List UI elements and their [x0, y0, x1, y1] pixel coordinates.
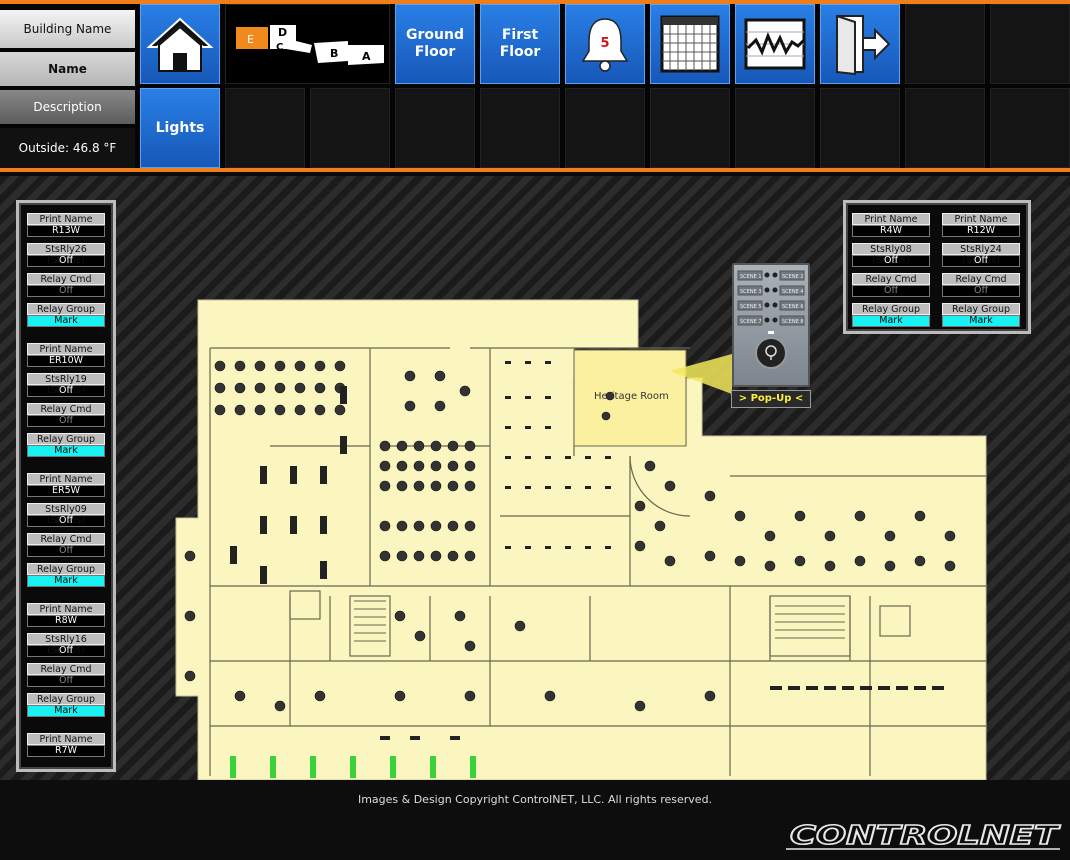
empty-tile — [310, 88, 390, 168]
trends-button[interactable] — [735, 4, 815, 84]
relay-status: StsRly09 (Status)Off — [27, 503, 105, 529]
home-button[interactable] — [140, 4, 220, 84]
relay-group[interactable]: Relay Group Mark — [27, 693, 105, 719]
relay-status: StsRly08 (Status)Off — [852, 243, 930, 269]
building-e-label: E — [247, 33, 254, 46]
relay-group[interactable]: Relay Group Mark — [27, 563, 105, 589]
relay-group[interactable]: Relay Group Mark — [27, 433, 105, 459]
relay-print-name: Print Name R13W — [27, 213, 105, 239]
first-floor-button[interactable]: First Floor — [480, 4, 560, 84]
relay-print-name: Print Name R4W — [852, 213, 930, 239]
keypad-graphic: SCENE 1 SCENE 2 SCENE 3 SCENE 4 SCENE 5 … — [737, 270, 805, 369]
logo-text: CONTROLNET — [790, 822, 1061, 851]
lights-button[interactable]: Lights — [140, 88, 220, 168]
scene-4-label: SCENE 4 — [782, 289, 804, 295]
empty-tile — [905, 88, 985, 168]
building-map-icon: E D C B A — [236, 25, 384, 65]
relay-group[interactable]: Relay Group Mark — [942, 303, 1020, 329]
empty-tile — [990, 4, 1070, 84]
relay-print-name: Print Name R7W — [27, 733, 105, 759]
building-a-label: A — [362, 50, 371, 63]
exit-icon — [836, 14, 891, 76]
copyright-text: Images & Design Copyright ControlNET, LL… — [357, 793, 713, 806]
relay-command[interactable]: Relay Cmd Off — [27, 403, 105, 429]
schedule-button[interactable] — [650, 4, 730, 84]
exit-button[interactable] — [820, 4, 900, 84]
relay-command[interactable]: Relay Cmd Off — [27, 273, 105, 299]
empty-tile — [565, 88, 645, 168]
relay-group[interactable]: Relay Group Mark — [852, 303, 930, 329]
empty-tile — [225, 88, 305, 168]
right-relay-panel: Print NameR4W StsRly08 (Status)Off Relay… — [843, 200, 1031, 334]
description-field: Description — [0, 90, 135, 124]
relay-command[interactable]: Relay Cmd Off — [852, 273, 930, 299]
scene-7-label: SCENE 7 — [740, 319, 762, 325]
relay-print-name: Print Name ER10W — [27, 343, 105, 369]
heritage-room-label: Heritage Room — [594, 391, 669, 402]
empty-tile — [905, 4, 985, 84]
relay-group[interactable]: Relay Group Mark — [27, 303, 105, 329]
scene-6-label: SCENE 6 — [782, 304, 804, 310]
relay-command[interactable]: Relay Cmd Off — [942, 273, 1020, 299]
relay-command[interactable]: Relay Cmd Off — [27, 533, 105, 559]
name-field: Name — [0, 52, 135, 86]
relay-print-name: Print Name R8W — [27, 603, 105, 629]
relay-print-name: Print Name R12W — [942, 213, 1020, 239]
left-relay-panel: Print NameR13W StsRly26 (Status)Off Rela… — [16, 200, 116, 772]
empty-tile — [650, 88, 730, 168]
alarm-count: 5 — [600, 36, 609, 51]
empty-tile — [820, 88, 900, 168]
empty-tile — [990, 88, 1070, 168]
empty-tile — [395, 88, 475, 168]
scene-8-label: SCENE 8 — [782, 319, 804, 325]
scene-5-label: SCENE 5 — [740, 304, 762, 310]
building-d-label: D — [278, 26, 287, 39]
building-b-label: B — [330, 47, 338, 60]
calendar-icon — [660, 15, 720, 73]
home-icon — [146, 17, 214, 72]
relay-command[interactable]: Relay Cmd Off — [27, 663, 105, 689]
relay-status: StsRly26 (Status)Off — [27, 243, 105, 269]
scene-keypad[interactable]: SCENE 1 SCENE 2 SCENE 3 SCENE 4 SCENE 5 … — [732, 263, 810, 387]
ground-floor-button[interactable]: Ground Floor — [395, 4, 475, 84]
popup-button[interactable]: > Pop-Up < — [731, 390, 811, 408]
relay-status: StsRly16 (Status)Off — [27, 633, 105, 659]
bell-icon: 5 — [581, 18, 629, 72]
scene-1-label: SCENE 1 — [740, 274, 762, 280]
floor-plan: Heritage Room — [175, 299, 987, 780]
floor-view: Heritage Room Print Name R13W StsRly26 O… — [0, 176, 1070, 780]
scene-3-label: SCENE 3 — [740, 289, 762, 295]
controlnet-logo: CONTROLNET — [786, 822, 1062, 852]
scene-2-label: SCENE 2 — [782, 274, 804, 280]
top-navigation-bar: Building Name Name Description Outside: … — [0, 0, 1070, 172]
relay-status: StsRly24 (Status)Off — [942, 243, 1020, 269]
campus-map-button[interactable]: E D C B A — [225, 4, 390, 84]
relay-print-name: Print Name ER5W — [27, 473, 105, 499]
empty-tile — [735, 88, 815, 168]
outside-temperature: Outside: 46.8 °F — [0, 128, 135, 168]
empty-tile — [480, 88, 560, 168]
building-name-field: Building Name — [0, 10, 135, 48]
alarms-button[interactable]: 5 — [565, 4, 645, 84]
trend-chart-icon — [744, 18, 806, 70]
relay-status: StsRly19 (Status)Off — [27, 373, 105, 399]
building-c-label: C — [276, 42, 283, 53]
